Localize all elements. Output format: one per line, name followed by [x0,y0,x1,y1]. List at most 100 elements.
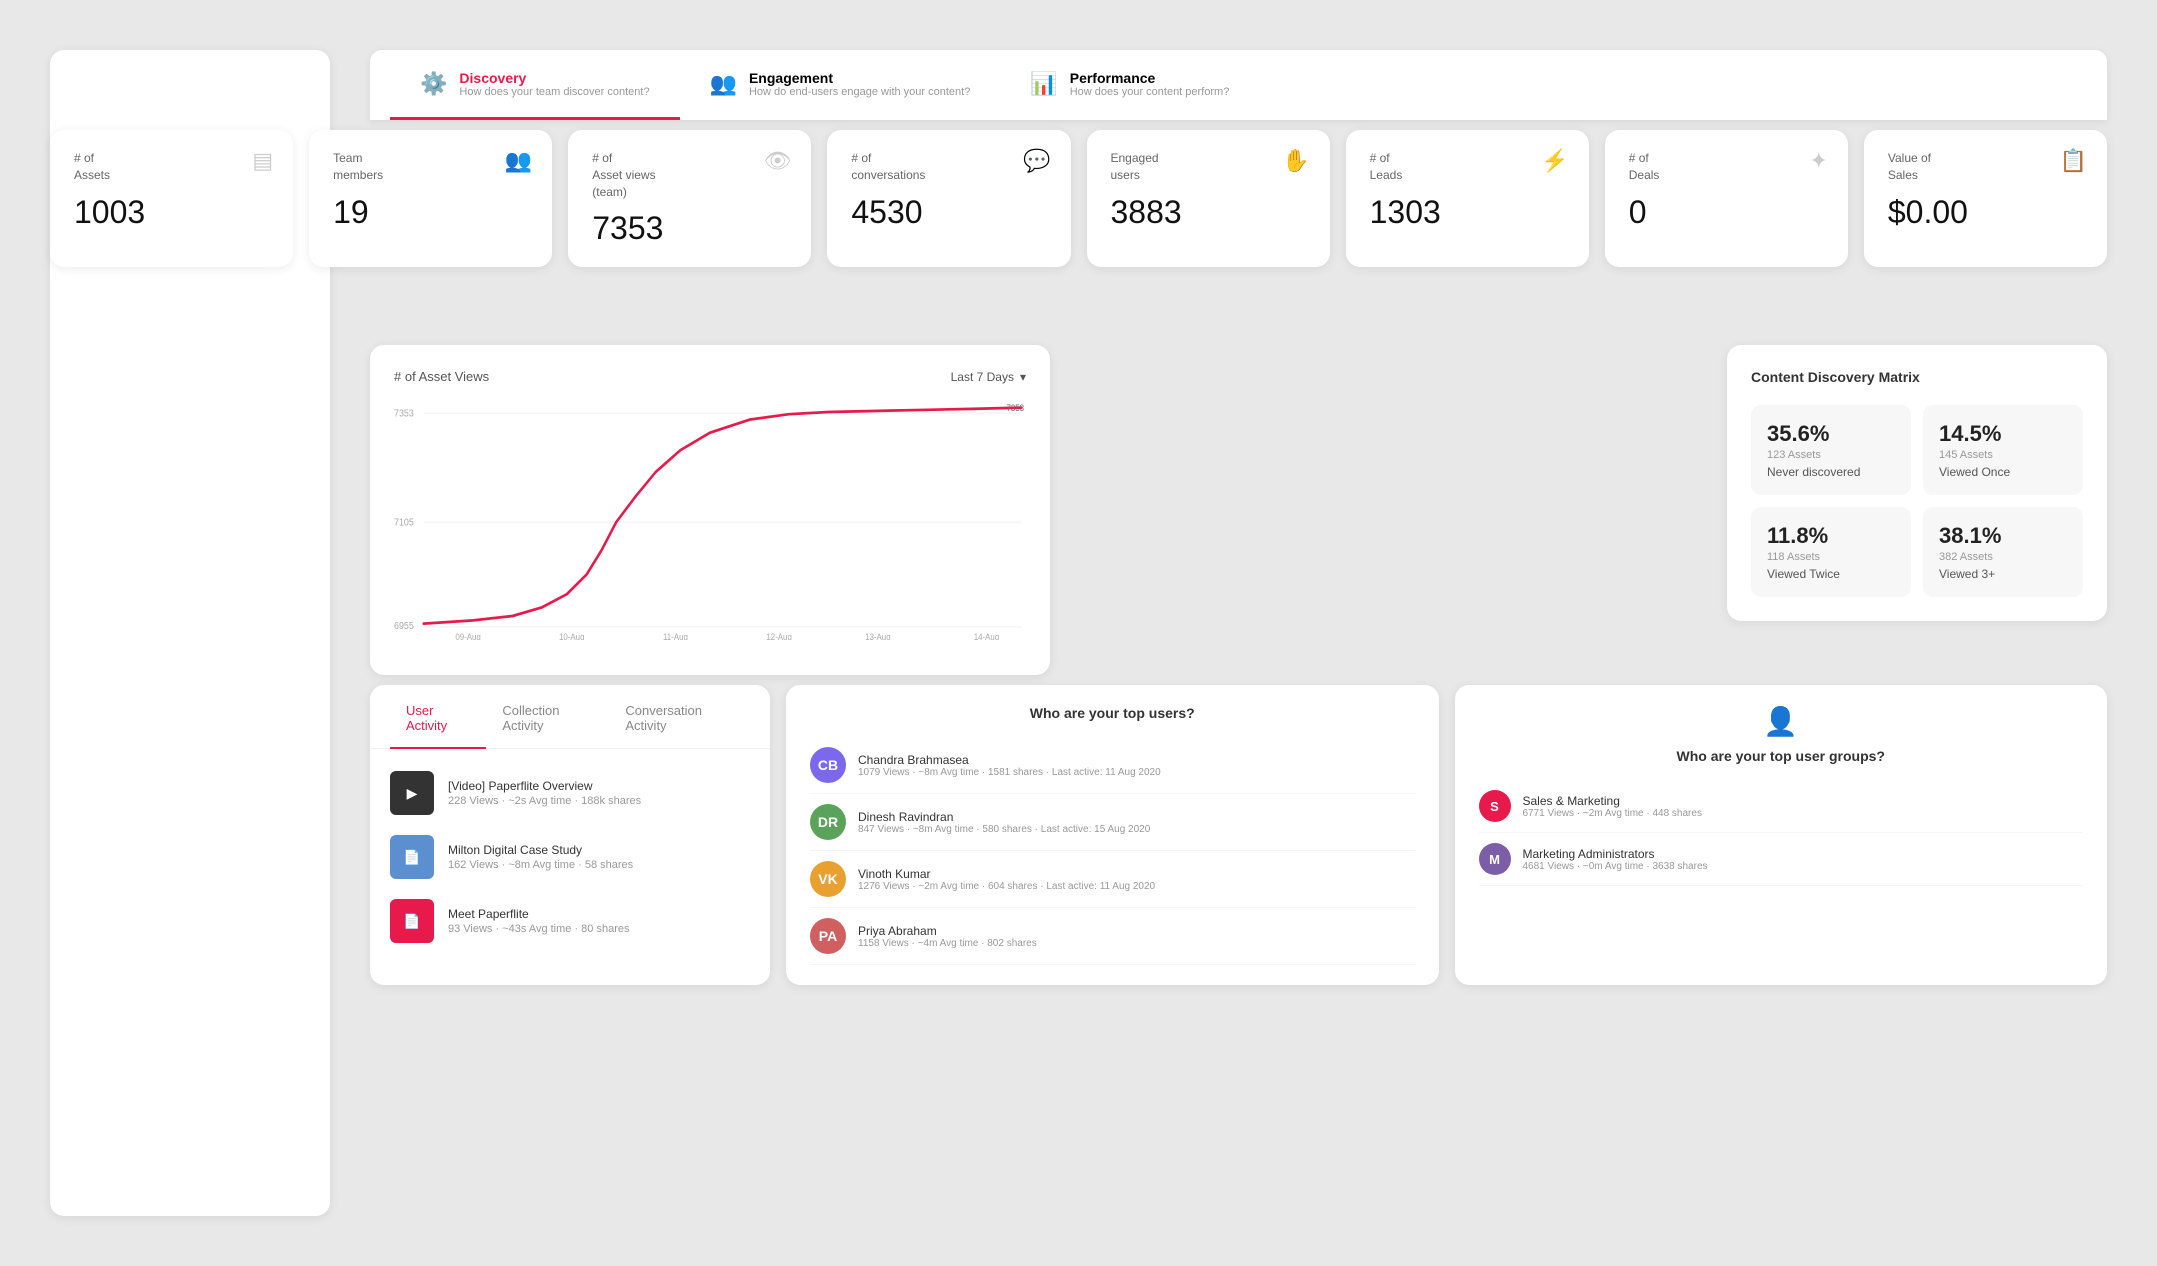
matrix-pct-never: 35.6% [1767,421,1895,447]
matrix-pct-three-plus: 38.1% [1939,523,2067,549]
top-users-title: Who are your top users? [810,705,1415,721]
team-icon: 👥 [505,148,532,174]
user-name-2: Vinoth Kumar [858,867,1155,881]
svg-text:12-Aug: 12-Aug [766,632,792,640]
nav-tabs-container: ⚙️ Discovery How does your team discover… [370,50,2107,120]
chart-svg: 7353 7105 6955 09-Aug 10-Aug 11-Aug 12-A… [394,400,1026,640]
matrix-grid: 35.6% 123 Assets Never discovered 14.5% … [1751,405,2083,597]
list-item: 📄 Meet Paperflite 93 Views · ~43s Avg ti… [370,889,770,953]
matrix-cell-twice: 11.8% 118 Assets Viewed Twice [1751,507,1911,597]
list-item: 📄 Milton Digital Case Study 162 Views · … [370,825,770,889]
svg-text:6955: 6955 [394,621,414,631]
matrix-desc-once: Viewed Once [1939,465,2067,479]
conversations-icon: 💬 [1023,148,1050,174]
user-avatar-2: VK [810,861,846,897]
activity-thumb-video: ▶ [390,771,434,815]
svg-text:7353: 7353 [1006,403,1024,413]
leads-label: # ofLeads [1370,150,1565,184]
activity-panel: User Activity Collection Activity Conver… [370,685,770,985]
chart-canvas-area: 7353 7105 6955 09-Aug 10-Aug 11-Aug 12-A… [394,400,1026,640]
user-avatar-1: DR [810,804,846,840]
tab-discovery[interactable]: ⚙️ Discovery How does your team discover… [390,50,680,120]
sales-label: Value ofSales [1888,150,2083,184]
team-label: Teammembers [333,150,528,184]
user-stats-2: 1276 Views · ~2m Avg time · 604 shares ·… [858,881,1155,892]
activity-title-1: Milton Digital Case Study [448,843,633,857]
user-name-3: Priya Abraham [858,924,1037,938]
matrix-assets-three-plus: 382 Assets [1939,551,2067,563]
group-name-1: Marketing Administrators [1523,847,1708,861]
asset-views-value: 7353 [592,210,787,247]
conversations-label: # ofconversations [851,150,1046,184]
groups-icon-header: 👤 [1479,705,2084,738]
discovery-matrix-title: Content Discovery Matrix [1751,369,2083,385]
group-name-0: Sales & Marketing [1523,794,1702,808]
activity-meta-1: 162 Views · ~8m Avg time · 58 shares [448,859,633,871]
matrix-cell-once: 14.5% 145 Assets Viewed Once [1923,405,2083,495]
engaged-users-label: Engagedusers [1111,150,1306,184]
metric-card-sales: 📋 Value ofSales $0.00 [1864,130,2107,267]
asset-views-chart: # of Asset Views Last 7 Days ▾ 7353 7105… [370,345,1050,675]
tab-user-activity[interactable]: User Activity [390,685,486,749]
asset-views-label: # ofAsset views(team) [592,150,787,200]
matrix-assets-never: 123 Assets [1767,449,1895,461]
top-users-panel: Who are your top users? CB Chandra Brahm… [786,685,1439,985]
activity-title-0: [Video] Paperflite Overview [448,779,641,793]
metric-card-assets: ▤ # ofAssets 1003 [50,130,293,267]
activity-thumb-doc1: 📄 [390,835,434,879]
tab-performance[interactable]: 📊 Performance How does your content perf… [1000,50,1259,120]
deals-icon: ✦ [1809,148,1827,174]
chevron-down-icon: ▾ [1020,370,1026,384]
activity-tabs: User Activity Collection Activity Conver… [370,685,770,749]
group-badge-0: S [1479,790,1511,822]
performance-icon: 📊 [1030,71,1057,97]
conversations-value: 4530 [851,194,1046,231]
svg-text:14-Aug: 14-Aug [974,632,1000,640]
engagement-tab-sublabel: How do end-users engage with your conten… [749,86,970,98]
discovery-matrix-panel: Content Discovery Matrix 35.6% 123 Asset… [1727,345,2107,621]
engagement-tab-label: Engagement [749,70,970,86]
svg-text:09-Aug: 09-Aug [455,632,481,640]
svg-text:7105: 7105 [394,517,414,527]
svg-text:7353: 7353 [394,408,414,418]
user-avatar-3: PA [810,918,846,954]
user-avatar-0: CB [810,747,846,783]
list-item: ▶ [Video] Paperflite Overview 228 Views … [370,761,770,825]
activity-thumb-doc2: 📄 [390,899,434,943]
activity-title-2: Meet Paperflite [448,907,630,921]
tab-engagement[interactable]: 👥 Engagement How do end-users engage wit… [680,50,1001,120]
sales-value: $0.00 [1888,194,2083,231]
deals-label: # ofDeals [1629,150,1824,184]
chart-period-label: Last 7 Days [951,370,1014,384]
chart-period-selector[interactable]: Last 7 Days ▾ [951,370,1026,384]
matrix-pct-twice: 11.8% [1767,523,1895,549]
matrix-desc-three-plus: Viewed 3+ [1939,567,2067,581]
metric-card-asset-views: 👁 # ofAsset views(team) 7353 [568,130,811,267]
engaged-users-icon: ✋ [1282,148,1309,174]
tab-collection-activity[interactable]: Collection Activity [486,685,609,749]
matrix-cell-never: 35.6% 123 Assets Never discovered [1751,405,1911,495]
activity-meta-2: 93 Views · ~43s Avg time · 80 shares [448,923,630,935]
metric-cards-row: ▤ # ofAssets 1003 👥 Teammembers 19 👁 # o… [50,130,2107,267]
metric-card-deals: ✦ # ofDeals 0 [1605,130,1848,267]
svg-text:10-Aug: 10-Aug [559,632,585,640]
group-item-1: M Marketing Administrators 4681 Views · … [1479,833,2084,886]
group-stats-0: 6771 Views · ~2m Avg time · 448 shares [1523,808,1702,819]
group-item-0: S Sales & Marketing 6771 Views · ~2m Avg… [1479,780,2084,833]
user-stats-3: 1158 Views · ~4m Avg time · 802 shares [858,938,1037,949]
matrix-desc-twice: Viewed Twice [1767,567,1895,581]
discovery-icon: ⚙️ [420,71,447,97]
group-badge-1: M [1479,843,1511,875]
performance-tab-sublabel: How does your content perform? [1070,86,1230,98]
matrix-pct-once: 14.5% [1939,421,2067,447]
sales-icon: 📋 [2060,148,2087,174]
user-name-1: Dinesh Ravindran [858,810,1150,824]
svg-text:11-Aug: 11-Aug [663,632,688,640]
matrix-assets-once: 145 Assets [1939,449,2067,461]
user-item-2: VK Vinoth Kumar 1276 Views · ~2m Avg tim… [810,851,1415,908]
metric-card-leads: ⚡ # ofLeads 1303 [1346,130,1589,267]
user-item-0: CB Chandra Brahmasea 1079 Views · ~8m Av… [810,737,1415,794]
assets-icon: ▤ [252,148,273,174]
activity-list: ▶ [Video] Paperflite Overview 228 Views … [370,749,770,965]
tab-conversation-activity[interactable]: Conversation Activity [609,685,750,749]
